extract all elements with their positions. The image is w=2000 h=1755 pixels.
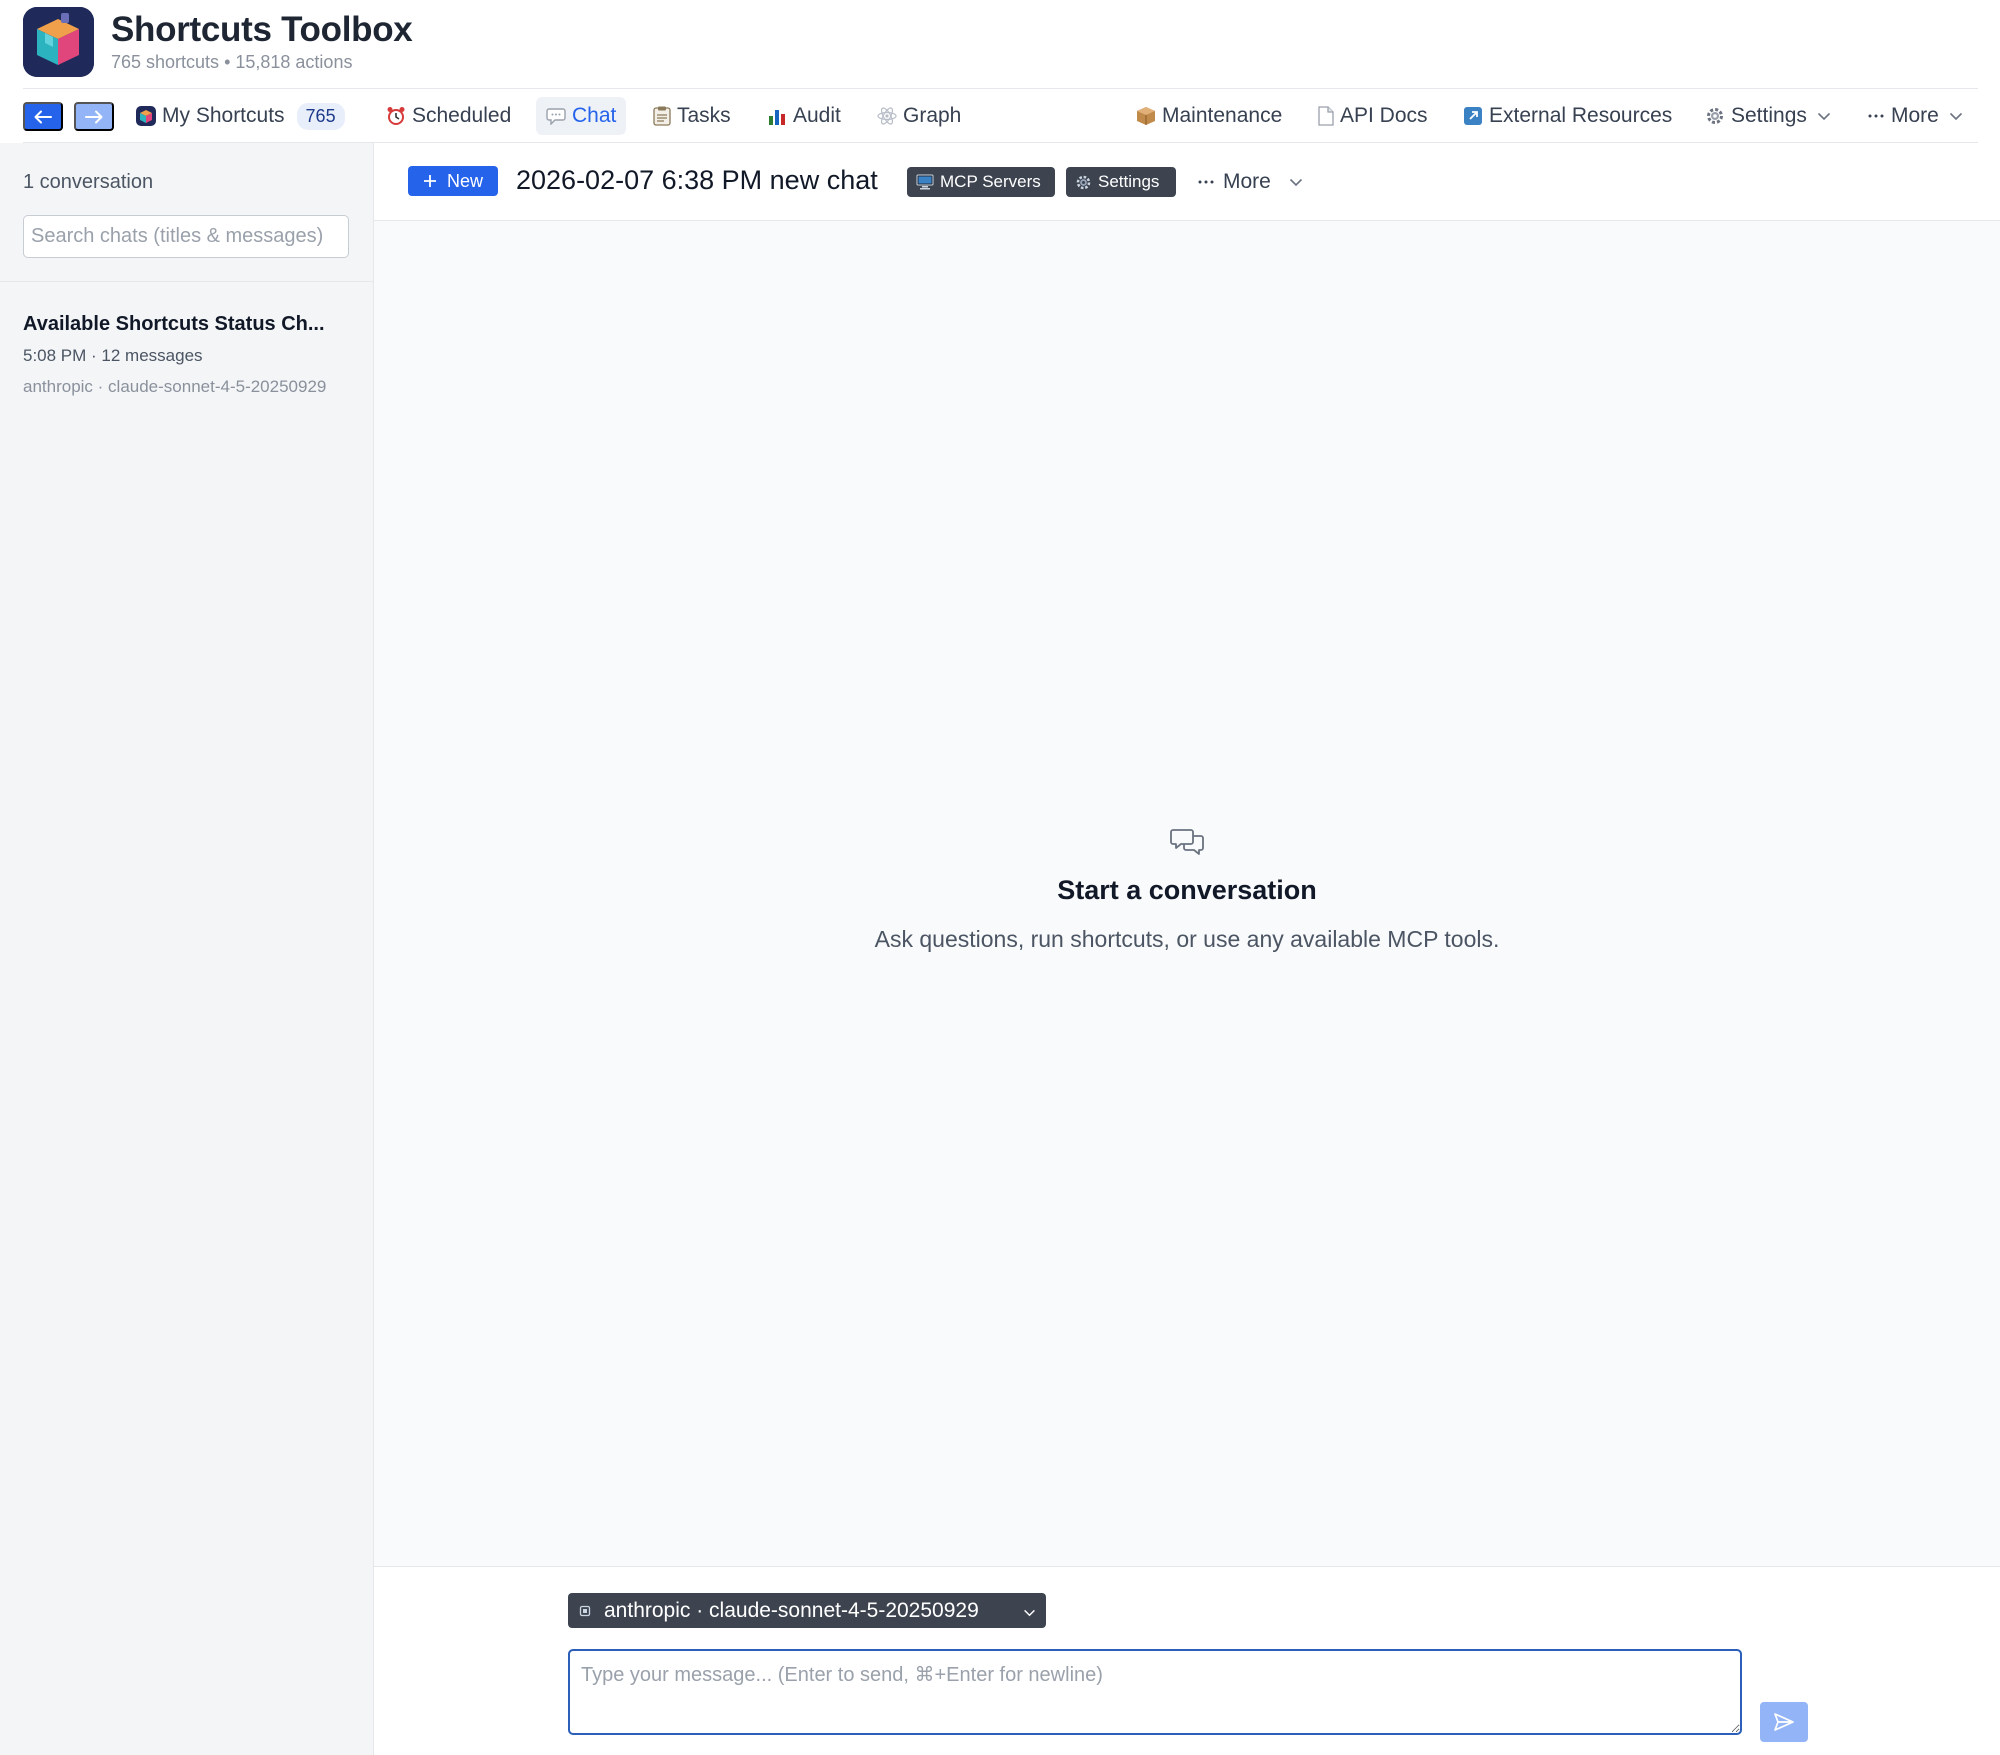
nav-tab-external-resources[interactable]: External Resources xyxy=(1453,97,1682,135)
empty-state: Start a conversation Ask questions, run … xyxy=(374,828,2000,953)
nav-tab-label: External Resources xyxy=(1489,104,1673,127)
model-selector-label: anthropic · claude-sonnet-4-5-20250929 xyxy=(604,1598,979,1622)
send-icon xyxy=(1774,1713,1794,1731)
gear-icon xyxy=(1076,175,1091,189)
mcp-servers-label: MCP Servers xyxy=(940,172,1041,191)
nav-tab-my-shortcuts[interactable]: My Shortcuts 765 xyxy=(126,97,355,135)
nav-tab-label: Settings xyxy=(1731,104,1807,127)
chevron-down-icon xyxy=(1817,112,1831,121)
conversation-count: 1 conversation xyxy=(23,171,154,193)
chat-main-panel: New 2026-02-07 6:38 PM new chat MCP Serv… xyxy=(374,143,2000,1755)
chip-icon xyxy=(579,1605,591,1616)
forward-button[interactable] xyxy=(74,102,114,131)
conversation-title: Available Shortcuts Status Ch... xyxy=(23,313,325,335)
sidebar-divider xyxy=(0,281,373,282)
empty-state-description: Ask questions, run shortcuts, or use any… xyxy=(874,926,1500,952)
chat-title[interactable]: 2026-02-07 6:38 PM new chat xyxy=(516,165,878,196)
ellipsis-icon xyxy=(1867,113,1885,119)
model-selector[interactable]: anthropic · claude-sonnet-4-5-20250929 xyxy=(568,1593,1046,1628)
nav-tab-label: Maintenance xyxy=(1162,104,1283,127)
app-subtitle: 765 shortcuts • 15,818 actions xyxy=(111,52,353,72)
mcp-servers-button[interactable]: MCP Servers xyxy=(907,167,1055,197)
nav-tab-label: Tasks xyxy=(677,104,731,127)
main-nav: My Shortcuts 765 Scheduled Chat Tasks Au… xyxy=(0,89,2000,142)
alarm-clock-icon xyxy=(386,106,406,126)
chevron-down-icon xyxy=(1949,112,1963,121)
nav-tab-tasks[interactable]: Tasks xyxy=(643,97,741,135)
app-header: Shortcuts Toolbox 765 shortcuts • 15,818… xyxy=(0,0,2000,89)
new-chat-label: New xyxy=(446,170,483,191)
chat-settings-label: Settings xyxy=(1098,172,1160,191)
document-icon xyxy=(1318,106,1334,126)
external-link-icon xyxy=(1463,106,1483,126)
nav-tab-label: Audit xyxy=(793,104,841,127)
nav-tab-chat[interactable]: Chat xyxy=(536,97,627,135)
arrow-right-icon xyxy=(85,110,103,123)
conversation-meta: 5:08 PM · 12 messages xyxy=(23,346,203,365)
bar-chart-icon xyxy=(767,106,787,126)
nav-settings-dropdown[interactable]: Settings xyxy=(1695,97,1841,135)
chat-bubbles-icon xyxy=(1170,829,1204,855)
back-button[interactable] xyxy=(23,102,63,131)
nav-tab-scheduled[interactable]: Scheduled xyxy=(376,97,521,135)
conversation-sidebar: 1 conversation Available Shortcuts Statu… xyxy=(0,143,374,1755)
message-input[interactable] xyxy=(568,1649,1742,1735)
nav-more-dropdown[interactable]: More xyxy=(1857,97,1973,135)
nav-tab-label: Chat xyxy=(572,104,617,127)
send-button[interactable] xyxy=(1760,1702,1808,1742)
nav-tab-label: Scheduled xyxy=(412,104,512,127)
desktop-computer-icon xyxy=(916,174,934,190)
nav-tab-api-docs[interactable]: API Docs xyxy=(1308,97,1438,135)
shortcuts-toolbox-logo-icon xyxy=(23,7,94,77)
arrow-left-icon xyxy=(34,110,52,123)
conversation-model: anthropic · claude-sonnet-4-5-20250929 xyxy=(23,377,327,396)
nav-tab-label: My Shortcuts xyxy=(162,104,285,127)
new-chat-button[interactable]: New xyxy=(408,166,498,196)
nav-tab-graph[interactable]: Graph xyxy=(867,97,971,135)
nav-tab-audit[interactable]: Audit xyxy=(757,97,851,135)
app-title: Shortcuts Toolbox xyxy=(111,10,413,49)
message-composer: anthropic · claude-sonnet-4-5-20250929 xyxy=(374,1566,2000,1755)
chat-more-dropdown[interactable]: More xyxy=(1197,165,1303,199)
shortcuts-count-badge: 765 xyxy=(296,102,345,130)
gear-icon xyxy=(1705,106,1725,126)
nav-tab-label: Graph xyxy=(903,104,962,127)
package-icon xyxy=(1136,106,1156,126)
nav-tab-label: More xyxy=(1891,104,1939,127)
shortcuts-app-icon xyxy=(136,106,156,126)
empty-state-title: Start a conversation xyxy=(1057,875,1317,905)
atom-icon xyxy=(877,106,897,126)
nav-tab-maintenance[interactable]: Maintenance xyxy=(1126,97,1292,135)
chat-more-label: More xyxy=(1223,170,1271,193)
chevron-down-icon xyxy=(1023,1599,1036,1623)
speech-bubble-icon xyxy=(546,107,566,125)
chevron-down-icon xyxy=(1289,178,1303,187)
chat-settings-button[interactable]: Settings xyxy=(1066,167,1176,197)
plus-icon xyxy=(423,175,436,187)
search-chats-input[interactable] xyxy=(23,215,349,258)
conversation-list-item[interactable]: Available Shortcuts Status Ch... 5:08 PM… xyxy=(23,313,353,398)
ellipsis-icon xyxy=(1198,180,1214,184)
clipboard-icon xyxy=(653,106,671,126)
nav-tab-label: API Docs xyxy=(1340,104,1428,127)
chat-toolbar: New 2026-02-07 6:38 PM new chat MCP Serv… xyxy=(374,143,2000,221)
